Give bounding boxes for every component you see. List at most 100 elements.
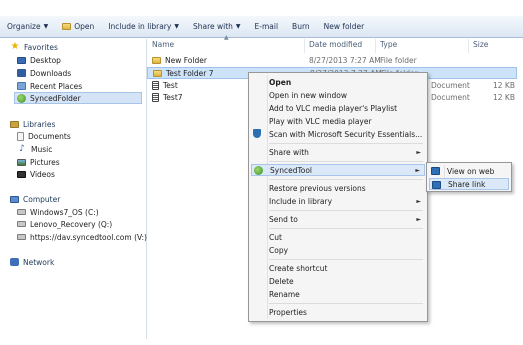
drive-icon bbox=[17, 209, 26, 215]
nav-desktop[interactable]: Desktop bbox=[17, 54, 61, 66]
downloads-icon bbox=[17, 69, 26, 77]
share-with-label: Share with bbox=[192, 22, 233, 31]
column-header-name[interactable]: Name bbox=[152, 40, 174, 49]
libraries-icon bbox=[10, 120, 19, 128]
nav-documents[interactable]: Documents bbox=[17, 130, 71, 142]
nav-network[interactable]: Network bbox=[10, 256, 54, 268]
nav-favorites[interactable]: ★ Favorites bbox=[10, 41, 58, 53]
menu-item-label: Cut bbox=[269, 232, 282, 242]
menu-separator bbox=[269, 179, 423, 180]
menu-item-syncedtool[interactable]: SyncedTool ► bbox=[251, 164, 425, 176]
menu-item-create-shortcut[interactable]: Create shortcut bbox=[251, 262, 425, 274]
nav-pictures[interactable]: Pictures bbox=[17, 156, 60, 168]
menu-item-send-to[interactable]: Send to ► bbox=[251, 213, 425, 225]
menu-separator bbox=[269, 228, 423, 229]
column-divider[interactable] bbox=[304, 39, 305, 53]
nav-label: https://dav.syncedtool.com (V:) bbox=[30, 232, 147, 242]
videos-icon bbox=[17, 170, 26, 178]
drive-icon bbox=[17, 221, 26, 227]
desktop-icon bbox=[17, 56, 26, 64]
file-type: File folder bbox=[380, 56, 417, 65]
menu-item-label: Send to bbox=[269, 214, 298, 224]
menu-separator bbox=[269, 303, 423, 304]
menu-item-open-new-window[interactable]: Open in new window bbox=[251, 89, 425, 101]
nav-music[interactable]: ♪ Music bbox=[17, 143, 52, 155]
nav-downloads[interactable]: Downloads bbox=[17, 67, 71, 79]
menu-item-label: Open bbox=[269, 77, 292, 87]
file-size: 12 KB bbox=[493, 93, 515, 102]
nav-label: Videos bbox=[30, 169, 55, 179]
nav-drive-v[interactable]: https://dav.syncedtool.com (V:) bbox=[17, 231, 147, 243]
menu-item-label: Add to VLC media player's Playlist bbox=[269, 103, 398, 113]
web-icon bbox=[431, 167, 440, 175]
submenu-arrow-icon: ► bbox=[416, 215, 421, 223]
menu-item-label: Copy bbox=[269, 245, 289, 255]
menu-item-label: Open in new window bbox=[269, 90, 347, 100]
submenu-item-view-on-web[interactable]: View on web bbox=[429, 165, 509, 177]
column-divider[interactable] bbox=[375, 39, 376, 53]
file-name-cell: Test7 bbox=[152, 93, 183, 102]
include-in-library-label: Include in library bbox=[108, 22, 172, 31]
open-button[interactable]: Open bbox=[55, 18, 101, 36]
menu-item-label: Share link bbox=[448, 179, 486, 189]
file-name: Test bbox=[163, 81, 178, 90]
network-drive-icon bbox=[17, 234, 26, 240]
menu-item-scan-mse[interactable]: Scan with Microsoft Security Essentials.… bbox=[251, 128, 425, 140]
nav-label: SyncedFolder bbox=[30, 93, 81, 103]
column-divider[interactable] bbox=[468, 39, 469, 53]
nav-syncedfolder[interactable]: SyncedFolder bbox=[14, 92, 142, 104]
nav-libraries[interactable]: Libraries bbox=[10, 118, 55, 130]
dropdown-arrow-icon: ▼ bbox=[43, 23, 49, 30]
sync-folder-icon bbox=[152, 57, 161, 64]
share-with-button[interactable]: Share with ▼ bbox=[186, 18, 248, 36]
menu-separator bbox=[269, 210, 423, 211]
menu-item-label: Delete bbox=[269, 276, 294, 286]
nav-label: Network bbox=[23, 257, 55, 267]
star-icon: ★ bbox=[10, 41, 20, 52]
open-label: Open bbox=[74, 22, 95, 31]
menu-item-cut[interactable]: Cut bbox=[251, 231, 425, 243]
organize-button[interactable]: Organize ▼ bbox=[0, 18, 55, 36]
menu-item-properties[interactable]: Properties bbox=[251, 306, 425, 318]
menu-item-delete[interactable]: Delete bbox=[251, 275, 425, 287]
sync-icon bbox=[17, 93, 26, 103]
recent-places-icon bbox=[17, 82, 26, 90]
column-header-size[interactable]: Size bbox=[473, 40, 488, 49]
column-header-date-modified[interactable]: Date modified bbox=[309, 40, 362, 49]
file-type: Document bbox=[431, 81, 470, 90]
dropdown-arrow-icon: ▼ bbox=[174, 23, 179, 30]
security-essentials-icon bbox=[253, 129, 261, 138]
nav-label: Favorites bbox=[24, 42, 58, 52]
menu-item-rename[interactable]: Rename bbox=[251, 288, 425, 300]
menu-item-share-with[interactable]: Share with ► bbox=[251, 146, 425, 158]
nav-drive-c[interactable]: Windows7_OS (C:) bbox=[17, 206, 99, 218]
menu-item-restore-previous[interactable]: Restore previous versions bbox=[251, 182, 425, 194]
burn-button[interactable]: Burn bbox=[285, 18, 317, 36]
nav-drive-q[interactable]: Lenovo_Recovery (Q:) bbox=[17, 218, 112, 230]
submenu-item-share-link[interactable]: Share link bbox=[429, 178, 509, 190]
syncedtool-icon bbox=[254, 166, 263, 175]
menu-item-play-vlc[interactable]: Play with VLC media player bbox=[251, 115, 425, 127]
menu-item-copy[interactable]: Copy bbox=[251, 244, 425, 256]
nav-recent-places[interactable]: Recent Places bbox=[17, 80, 82, 92]
syncedtool-submenu: View on web Share link bbox=[426, 162, 512, 192]
column-header-type[interactable]: Type bbox=[380, 40, 397, 49]
file-date: 8/27/2013 7:27 AM bbox=[309, 56, 381, 65]
new-folder-button[interactable]: New folder bbox=[317, 18, 372, 36]
email-button[interactable]: E-mail bbox=[248, 18, 286, 36]
nav-label: Libraries bbox=[23, 119, 56, 129]
include-in-library-button[interactable]: Include in library ▼ bbox=[101, 18, 186, 36]
menu-item-label: Include in library bbox=[269, 196, 333, 206]
file-size: 12 KB bbox=[493, 81, 515, 90]
nav-videos[interactable]: Videos bbox=[17, 168, 55, 180]
dropdown-arrow-icon: ▼ bbox=[235, 23, 241, 30]
folder-icon bbox=[62, 23, 72, 30]
nav-label: Recent Places bbox=[30, 81, 83, 91]
menu-item-add-vlc-playlist[interactable]: Add to VLC media player's Playlist bbox=[251, 102, 425, 114]
menu-item-label: Rename bbox=[269, 289, 300, 299]
nav-computer[interactable]: Computer bbox=[10, 193, 60, 205]
document-icon bbox=[152, 93, 159, 102]
menu-item-include-in-library[interactable]: Include in library ► bbox=[251, 195, 425, 207]
file-row-new-folder[interactable]: New Folder 8/27/2013 7:27 AM File folder bbox=[147, 55, 517, 67]
menu-item-open[interactable]: Open bbox=[251, 76, 425, 88]
